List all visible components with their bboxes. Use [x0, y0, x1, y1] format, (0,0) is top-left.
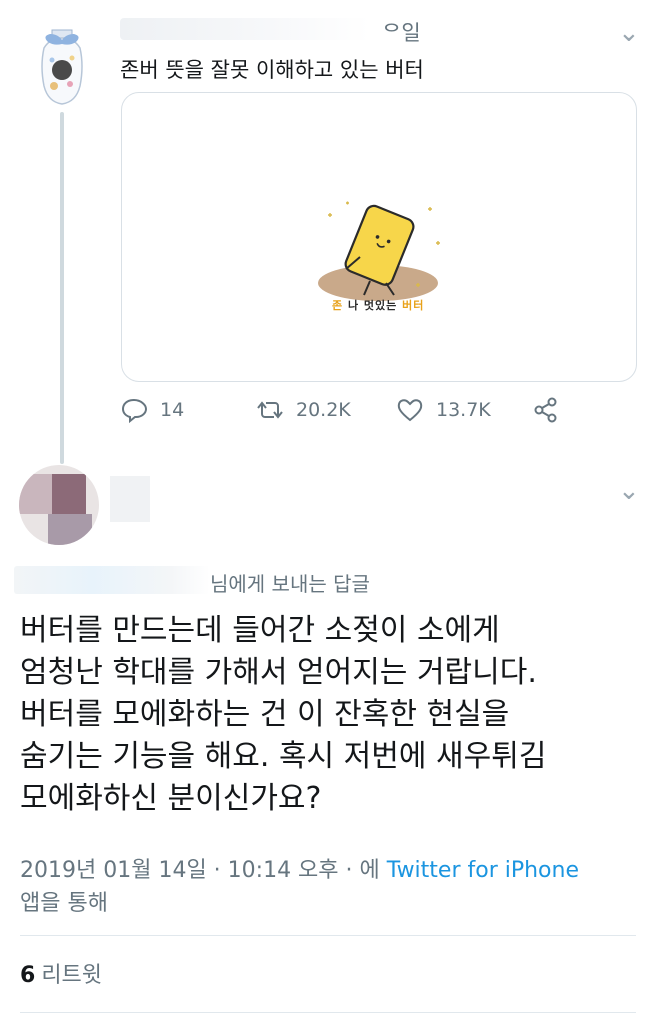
- retweet-icon: [257, 401, 283, 419]
- timestamp-text: 2019년 01월 14일 · 10:14 오후 · 에: [20, 858, 380, 883]
- reply-count: 14: [160, 399, 185, 421]
- source-suffix: 앱을 통해: [20, 891, 108, 916]
- username-blurred: [110, 476, 150, 522]
- caption-butter: 버터: [402, 299, 425, 312]
- divider: [20, 1012, 636, 1013]
- retweet-count: 20.2K: [296, 399, 351, 421]
- share-icon: [534, 397, 557, 423]
- like-button[interactable]: 13.7K: [396, 396, 491, 424]
- tweet-date: ᄋ일: [382, 21, 421, 45]
- share-button[interactable]: [532, 396, 560, 424]
- caption-zon: 존: [332, 299, 344, 312]
- avatar[interactable]: [34, 26, 90, 106]
- caption-mid: 나 멋있는: [347, 299, 398, 312]
- thread-line: [60, 112, 64, 464]
- retweet-stats[interactable]: 6 리트윗: [20, 957, 102, 989]
- divider: [20, 935, 636, 936]
- source-link[interactable]: Twitter for iPhone: [387, 858, 579, 883]
- chevron-down-icon[interactable]: ⌄: [618, 478, 640, 504]
- reply-icon: [121, 398, 148, 424]
- retweet-button[interactable]: 20.2K: [256, 396, 351, 424]
- butter-illustration: [318, 201, 440, 301]
- tweet-actions: 14 20.2K 13.7K: [120, 396, 620, 432]
- replying-to: 님에게 보내는 답글: [210, 572, 370, 596]
- tweet-timestamp: 2019년 01월 14일 · 10:14 오후 · 에 Twitter for…: [20, 852, 579, 884]
- tweet-text: 존버 뜻을 잘못 이해하고 있는 버터: [120, 58, 424, 82]
- reply-button[interactable]: 14: [120, 396, 184, 424]
- tweet-text: 버터를 만드는데 들어간 소젖이 소에게 엄청난 학대를 가해서 얻어지는 거랍…: [20, 613, 547, 816]
- avatar[interactable]: [18, 464, 100, 546]
- chevron-down-icon[interactable]: ⌄: [618, 20, 640, 46]
- image-caption: 존 나 멋있는 버터: [332, 297, 424, 313]
- reply-target-blurred: [14, 566, 210, 594]
- retweet-number: 6: [20, 963, 36, 988]
- like-count: 13.7K: [436, 399, 491, 421]
- username-blurred: [120, 18, 370, 40]
- retweet-label: 리트윗: [41, 963, 103, 988]
- heart-icon: [397, 399, 423, 422]
- tweet-image[interactable]: 존 나 멋있는 버터: [121, 92, 637, 382]
